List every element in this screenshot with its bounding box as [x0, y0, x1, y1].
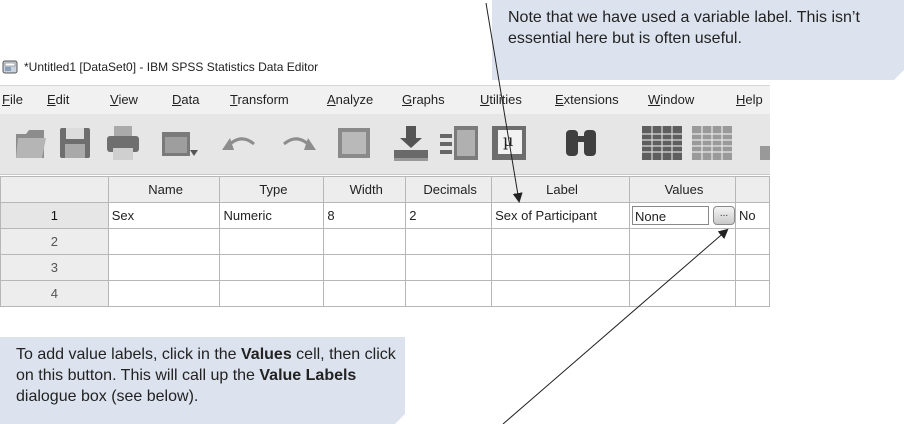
menu-graphs[interactable]: Graphs — [402, 92, 445, 107]
col-header-label[interactable]: Label — [491, 176, 630, 203]
col-header-values[interactable]: Values — [629, 176, 736, 203]
cell-label[interactable]: Sex of Participant — [491, 202, 630, 229]
grid-cell[interactable] — [735, 228, 770, 255]
insert-variable-icon[interactable] — [690, 124, 734, 162]
col-header-decimals[interactable]: Decimals — [405, 176, 493, 203]
note-text-1: To add value labels, click in the — [16, 346, 242, 363]
table-row: 3 — [0, 254, 770, 281]
table-row: 4 — [0, 280, 770, 307]
redo-icon[interactable] — [278, 124, 318, 162]
grid-cell[interactable] — [107, 254, 221, 281]
go-to-variable-icon[interactable] — [392, 124, 430, 162]
menu-help[interactable]: Help — [736, 92, 763, 107]
values-current[interactable]: None — [632, 206, 709, 225]
grid-cell[interactable] — [405, 280, 493, 307]
note-bold-values: Values — [241, 346, 292, 363]
values-ellipsis-button[interactable]: ... — [713, 206, 735, 225]
grid-cell[interactable] — [107, 228, 221, 255]
find-icon[interactable] — [562, 124, 602, 162]
corner-cell — [0, 176, 109, 203]
menu-analyze[interactable]: Analyze — [327, 92, 373, 107]
window-title: *Untitled1 [DataSet0] - IBM SPSS Statist… — [24, 60, 319, 74]
menu-extensions[interactable]: Extensions — [555, 92, 619, 107]
grid-cell[interactable] — [629, 280, 736, 307]
go-to-case-icon[interactable] — [336, 124, 372, 162]
grid-cell[interactable] — [219, 280, 325, 307]
window-title-bar: *Untitled1 [DataSet0] - IBM SPSS Statist… — [0, 55, 318, 79]
note-variable-label: Note that we have used a variable label.… — [492, 0, 904, 80]
table-row: 2 — [0, 228, 770, 255]
split-file-icon[interactable] — [758, 124, 770, 162]
menu-file[interactable]: File — [2, 92, 23, 107]
note-bold-value-labels: Value Labels — [259, 367, 357, 384]
svg-text:µ: µ — [503, 131, 513, 150]
dialog-recall-icon[interactable] — [160, 124, 200, 162]
grid-cell[interactable] — [219, 228, 325, 255]
grid-cell[interactable] — [323, 254, 407, 281]
cell-type[interactable]: Numeric — [219, 202, 325, 229]
value-labels-icon[interactable]: µ — [490, 124, 530, 162]
grid-cell[interactable] — [491, 228, 630, 255]
col-header-width[interactable]: Width — [323, 176, 407, 203]
open-folder-icon[interactable] — [14, 124, 48, 162]
menu-view[interactable]: View — [110, 92, 138, 107]
grid-cell[interactable] — [629, 228, 736, 255]
header-row: Name Type Width Decimals Label Values — [0, 176, 770, 203]
grid-cell[interactable] — [491, 280, 630, 307]
grid-cell[interactable] — [323, 228, 407, 255]
variable-view-grid: Name Type Width Decimals Label Values 1 … — [0, 176, 770, 326]
table-row: 1 Sex Numeric 8 2 Sex of Participant Non… — [0, 202, 770, 229]
grid-cell[interactable] — [491, 254, 630, 281]
note-value-labels: To add value labels, click in the Values… — [0, 337, 405, 424]
grid-cell[interactable] — [735, 280, 770, 307]
grid-cell[interactable] — [219, 254, 325, 281]
insert-cases-icon[interactable] — [640, 124, 684, 162]
cell-missing[interactable]: No — [735, 202, 770, 229]
undo-icon[interactable] — [220, 124, 260, 162]
note-text-3: dialogue box (see below). — [16, 388, 199, 405]
grid-cell[interactable] — [107, 280, 221, 307]
toolbar: µ — [0, 114, 770, 175]
row-number[interactable]: 3 — [0, 254, 109, 281]
cell-width[interactable]: 8 — [323, 202, 407, 229]
row-number[interactable]: 2 — [0, 228, 109, 255]
menu-transform[interactable]: Transform — [230, 92, 289, 107]
menu-edit[interactable]: Edit — [47, 92, 69, 107]
row-number[interactable]: 4 — [0, 280, 109, 307]
row-number[interactable]: 1 — [0, 202, 109, 229]
variables-icon[interactable] — [440, 124, 480, 162]
menu-utilities[interactable]: Utilities — [480, 92, 522, 107]
grid-cell[interactable] — [323, 280, 407, 307]
spss-app-icon — [2, 60, 18, 74]
cell-values[interactable]: None... — [629, 202, 736, 229]
col-header-name[interactable]: Name — [107, 176, 221, 203]
cell-decimals[interactable]: 2 — [405, 202, 493, 229]
col-header-type[interactable]: Type — [219, 176, 325, 203]
save-icon[interactable] — [58, 124, 92, 162]
print-icon[interactable] — [105, 124, 141, 162]
grid-cell[interactable] — [405, 254, 493, 281]
menu-bar: File Edit View Data Transform Analyze Gr… — [0, 85, 770, 115]
grid-cell[interactable] — [735, 254, 770, 281]
grid-cell[interactable] — [405, 228, 493, 255]
menu-data[interactable]: Data — [172, 92, 199, 107]
cell-name[interactable]: Sex — [107, 202, 221, 229]
grid-cell[interactable] — [629, 254, 736, 281]
col-header-missing[interactable] — [735, 176, 770, 203]
menu-window[interactable]: Window — [648, 92, 694, 107]
